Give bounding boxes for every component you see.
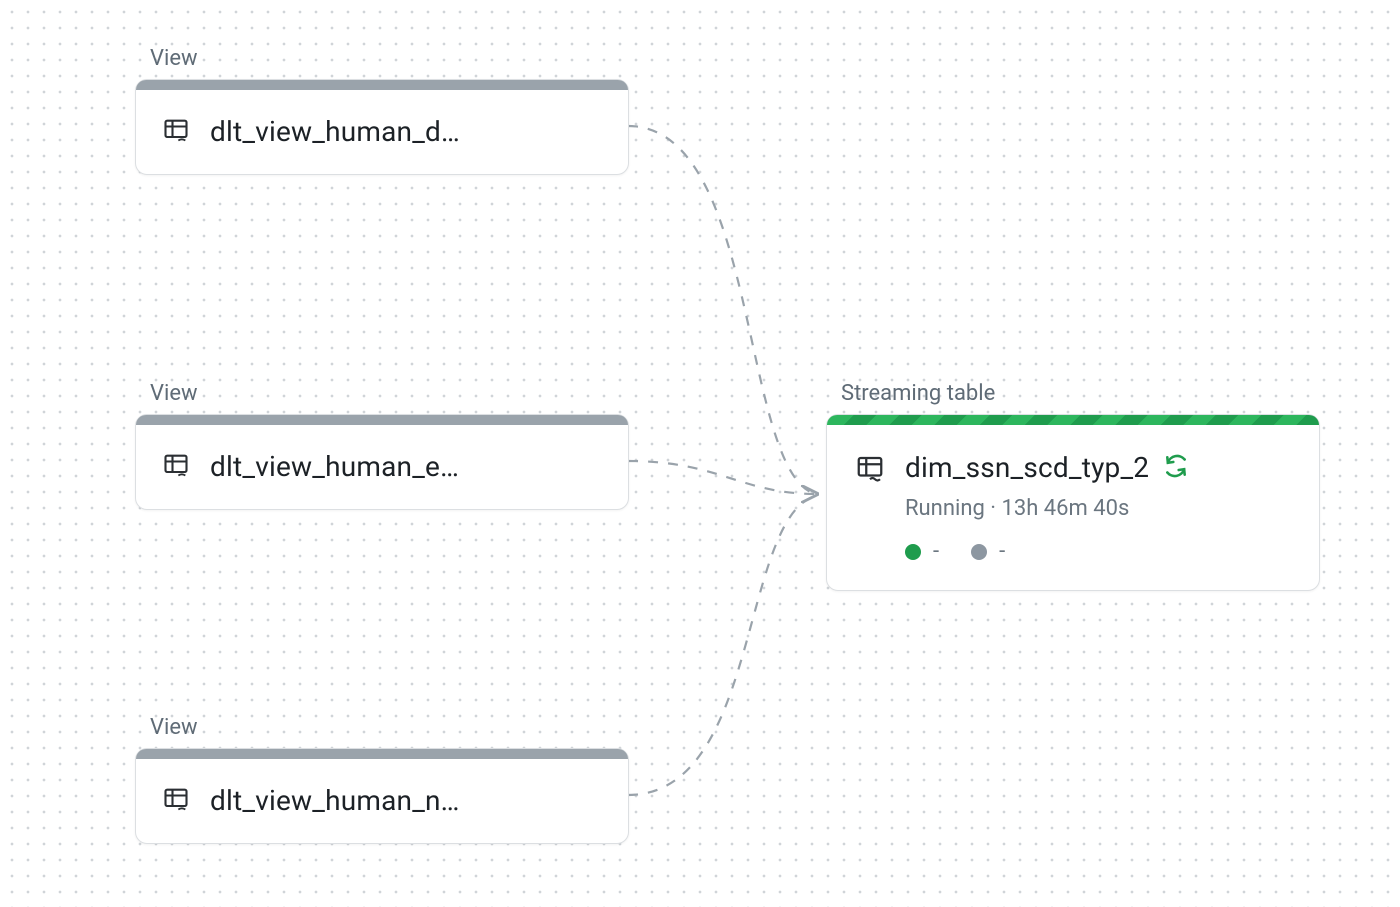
- node-status-text: Running · 13h 46m 40s: [905, 496, 1293, 521]
- view-icon: [162, 451, 190, 483]
- node-streaming-table[interactable]: Streaming table dim_ssn_scd_typ_2: [826, 414, 1320, 591]
- node-view-3[interactable]: View dlt_view_human_n…: [135, 748, 629, 844]
- node-view-1[interactable]: View dlt_view_human_d…: [135, 79, 629, 175]
- view-icon: [162, 116, 190, 148]
- dot-green-icon: [905, 544, 921, 560]
- node-title: dlt_view_human_e…: [210, 450, 459, 483]
- node-type-label: View: [150, 715, 198, 740]
- node-view-2[interactable]: View dlt_view_human_e…: [135, 414, 629, 510]
- stat-green-value: -: [933, 539, 939, 564]
- stat-gray: -: [971, 539, 1005, 564]
- streaming-table-icon: [855, 453, 885, 487]
- node-header-bar: [136, 749, 628, 759]
- refresh-icon[interactable]: [1163, 453, 1189, 483]
- node-title: dlt_view_human_d…: [210, 115, 460, 148]
- node-title: dlt_view_human_n…: [210, 784, 460, 817]
- node-header-bar: [136, 415, 628, 425]
- node-header-bar-running: [827, 415, 1319, 425]
- node-type-label: View: [150, 46, 198, 71]
- dot-gray-icon: [971, 544, 987, 560]
- node-type-label: Streaming table: [841, 381, 995, 406]
- node-type-label: View: [150, 381, 198, 406]
- node-stats-row: - -: [905, 539, 1293, 564]
- node-title: dim_ssn_scd_typ_2: [905, 451, 1149, 484]
- stat-green: -: [905, 539, 939, 564]
- node-header-bar: [136, 80, 628, 90]
- view-icon: [162, 785, 190, 817]
- stat-gray-value: -: [999, 539, 1005, 564]
